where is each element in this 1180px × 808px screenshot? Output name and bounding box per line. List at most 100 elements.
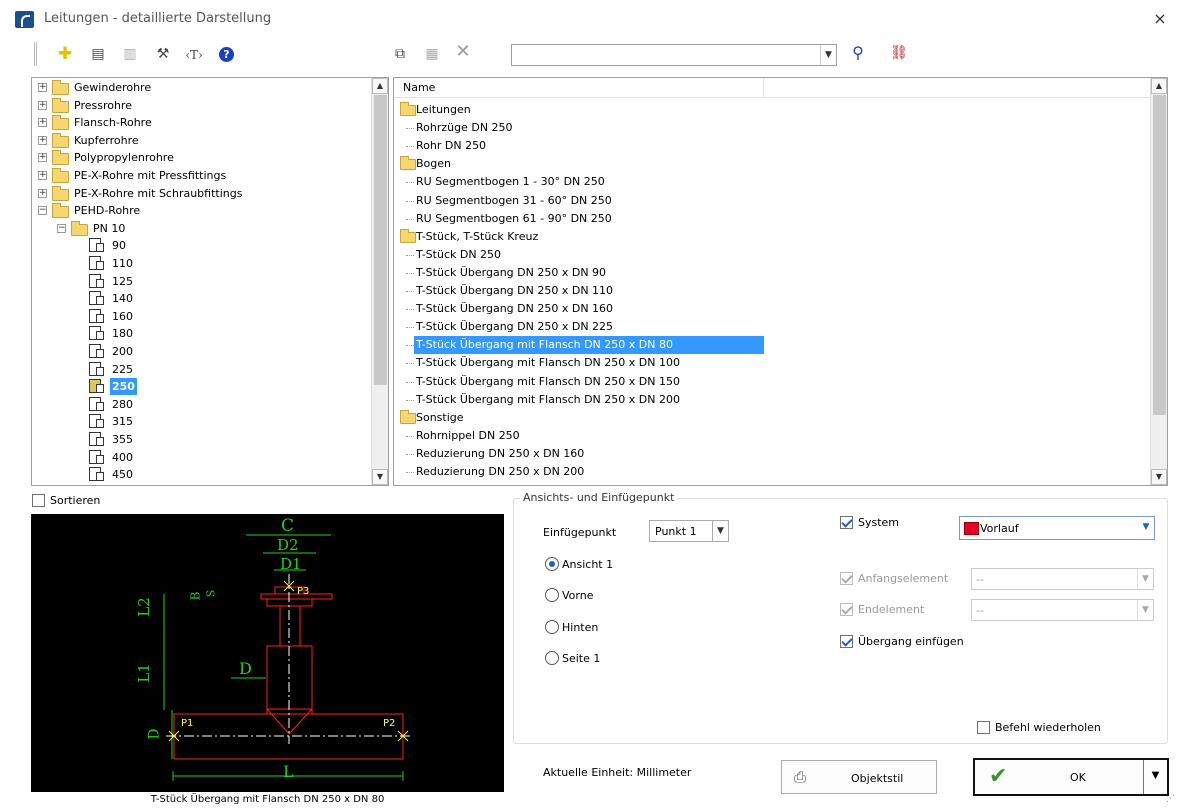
table-icon[interactable]: ▦	[422, 45, 442, 63]
wiederholen-checkbox[interactable]	[977, 721, 990, 734]
delete-icon[interactable]: ✕	[453, 43, 473, 61]
tree-item[interactable]: 160	[32, 308, 368, 325]
scroll-thumb[interactable]	[1153, 95, 1166, 415]
tree-item[interactable]: 90	[32, 237, 368, 254]
tree-item[interactable]: 500	[32, 484, 368, 485]
expand-icon[interactable]: +	[38, 135, 47, 145]
tree-item[interactable]: + PE-X-Rohre mit Schraubfittings	[32, 185, 368, 202]
list-item[interactable]: T-Stück Übergang mit Flansch DN 250 x DN…	[394, 336, 1151, 355]
list-group[interactable]: T-Stück, T-Stück Kreuz	[394, 228, 1151, 246]
list-item[interactable]: Reduzierung DN 250 x DN 200	[394, 463, 1151, 481]
list-item[interactable]: Rohrnippel DN 250	[394, 427, 1151, 445]
list-group[interactable]: Leitungen	[394, 101, 1151, 119]
view-radio[interactable]	[545, 557, 559, 571]
list-item[interactable]: T-Stück Übergang DN 250 x DN 90	[394, 264, 1151, 282]
anfang-select[interactable]: -- ▼	[971, 568, 1154, 590]
close-button[interactable]: ×	[1150, 9, 1170, 28]
scroll-up-icon[interactable]: ▲	[1151, 78, 1167, 94]
scroll-up-icon[interactable]: ▲	[372, 78, 388, 94]
einfuegepunkt-select[interactable]: Punkt 1 ▼	[649, 520, 729, 542]
component-list[interactable]: Name Leitungen Rohrzüge DN 250 Rohr DN 250…	[393, 77, 1168, 486]
collapse-icon[interactable]: −	[38, 206, 47, 216]
tree-item[interactable]: 200	[32, 343, 368, 360]
expand-icon[interactable]: +	[38, 171, 47, 180]
chevron-down-icon[interactable]: ▼	[1138, 517, 1154, 537]
ende-checkbox[interactable]	[840, 603, 853, 616]
anfang-checkbox[interactable]	[840, 572, 853, 585]
tree-item[interactable]: + Kupferrohre	[32, 132, 368, 149]
list-group[interactable]: Bogen	[394, 155, 1151, 173]
expand-icon[interactable]: +	[38, 83, 47, 92]
tree-item[interactable]: 250	[32, 378, 368, 396]
tree-scrollbar[interactable]: ▲ ▼	[371, 78, 388, 485]
list-item[interactable]: Rohrzüge DN 250	[394, 119, 1151, 137]
tree-item[interactable]: 140	[32, 290, 368, 307]
system-select[interactable]: Vorlauf ▼	[959, 516, 1155, 540]
ok-button[interactable]: ✔ OK ▼	[973, 758, 1169, 796]
binoculars-icon[interactable]: ⛓	[889, 44, 909, 62]
sort-checkbox[interactable]	[32, 494, 45, 507]
tree-item[interactable]: − PEHD-Rohre	[32, 202, 368, 219]
tree-item[interactable]: − PN 10	[32, 220, 368, 237]
resize-grip-icon[interactable]: ⋰	[1166, 794, 1176, 804]
chevron-down-icon[interactable]: ▼	[712, 521, 728, 541]
category-tree[interactable]: + Gewinderohre + Pressrohre + Flansch-Rohre + K…	[31, 77, 389, 486]
tree-item[interactable]: 450	[32, 466, 368, 483]
tree-item[interactable]: 315	[32, 413, 368, 430]
text-icon[interactable]: ‹T›	[184, 46, 204, 64]
tree-item[interactable]: 280	[32, 396, 368, 413]
list-item[interactable]: T-Stück DN 250	[394, 246, 1151, 264]
copy-icon[interactable]: ⧉	[390, 45, 410, 63]
tree-item[interactable]: + Gewinderohre	[32, 79, 368, 96]
chevron-down-icon[interactable]: ▼	[1143, 760, 1167, 794]
expand-icon[interactable]: +	[38, 100, 47, 110]
properties-icon[interactable]: ▤	[88, 45, 108, 63]
view-radio[interactable]	[545, 588, 559, 602]
tree-item[interactable]: 110	[32, 255, 368, 272]
objektstil-button[interactable]: ⎙ Objektstil	[781, 760, 937, 794]
tree-item[interactable]: 125	[32, 273, 368, 290]
system-checkbox[interactable]	[840, 516, 853, 529]
list-item[interactable]: T-Stück Übergang mit Flansch DN 250 x DN…	[394, 373, 1151, 391]
chevron-down-icon[interactable]: ▼	[1137, 600, 1153, 620]
ende-select[interactable]: -- ▼	[971, 599, 1154, 621]
scroll-thumb[interactable]	[374, 95, 387, 385]
tree-item[interactable]: + Polypropylenrohre	[32, 149, 368, 166]
chevron-down-icon[interactable]: ▼	[1137, 569, 1153, 589]
list-item[interactable]: RU Segmentbogen 1 - 30° DN 250	[394, 173, 1151, 191]
tree-item[interactable]: 355	[32, 431, 368, 448]
help-icon[interactable]: ?	[219, 47, 234, 62]
list-item[interactable]: RU Segmentbogen 31 - 60° DN 250	[394, 192, 1151, 210]
tree-item[interactable]: + PE-X-Rohre mit Pressfittings	[32, 167, 368, 184]
view-radio[interactable]	[545, 651, 559, 665]
list-item[interactable]: T-Stück Übergang mit Flansch DN 250 x DN…	[394, 391, 1151, 409]
list-item[interactable]: Rohr DN 250	[394, 137, 1151, 155]
view-radio[interactable]	[545, 620, 559, 634]
search-combo[interactable]: ▼	[511, 44, 837, 66]
tools-icon[interactable]: ⚒	[153, 45, 173, 63]
expand-icon[interactable]: +	[38, 188, 47, 198]
list-icon[interactable]: ▥	[120, 45, 140, 63]
list-item[interactable]: T-Stück Übergang DN 250 x DN 160	[394, 300, 1151, 318]
list-item[interactable]: RU Segmentbogen 61 - 90° DN 250	[394, 210, 1151, 228]
list-item[interactable]: T-Stück Übergang mit Flansch DN 250 x DN…	[394, 354, 1151, 372]
collapse-icon[interactable]: −	[57, 223, 66, 233]
scroll-down-icon[interactable]: ▼	[1151, 469, 1167, 485]
scroll-down-icon[interactable]: ▼	[372, 469, 388, 485]
tree-item[interactable]: 225	[32, 361, 368, 378]
list-item[interactable]: Reduzierung DN 250 x DN 160	[394, 445, 1151, 463]
chevron-down-icon[interactable]: ▼	[820, 45, 836, 65]
list-scrollbar[interactable]: ▲ ▼	[1150, 78, 1167, 485]
tree-item[interactable]: 180	[32, 325, 368, 342]
tree-item[interactable]: 400	[32, 449, 368, 466]
tree-item[interactable]: + Pressrohre	[32, 97, 368, 114]
expand-icon[interactable]: +	[38, 118, 47, 128]
expand-icon[interactable]: +	[38, 153, 47, 163]
search-icon[interactable]: ⚲	[848, 44, 868, 62]
list-item[interactable]: T-Stück Übergang DN 250 x DN 225	[394, 318, 1151, 336]
column-name[interactable]: Name	[394, 78, 764, 98]
list-group[interactable]: Sonstige	[394, 409, 1151, 427]
list-item[interactable]: T-Stück Übergang DN 250 x DN 110	[394, 282, 1151, 300]
uebergang-checkbox[interactable]	[840, 635, 853, 648]
tree-item[interactable]: + Flansch-Rohre	[32, 114, 368, 131]
